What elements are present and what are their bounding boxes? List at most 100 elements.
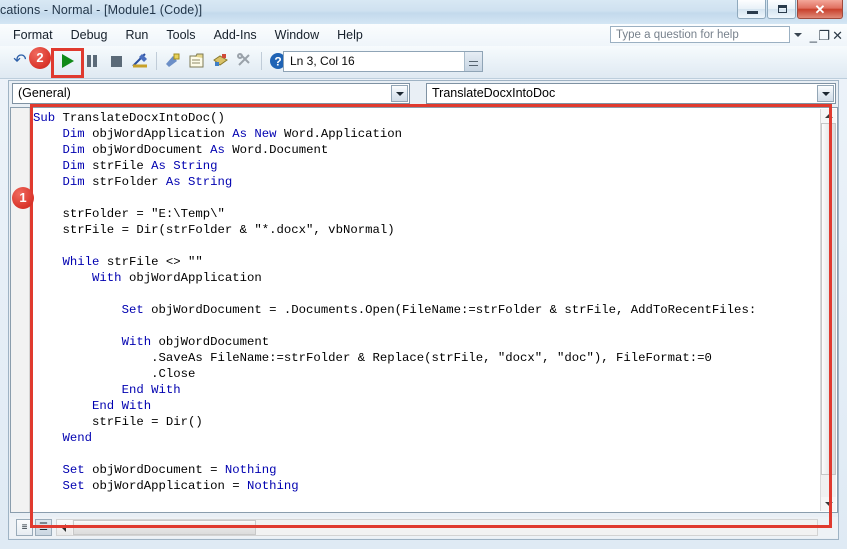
procedure-view-button[interactable]: ≡ (16, 519, 33, 536)
properties-window-button[interactable] (185, 49, 209, 73)
design-mode-icon (132, 53, 147, 68)
code-keyword: Dim (62, 143, 93, 157)
chevron-down-icon[interactable] (391, 85, 408, 102)
code-token: objWordApplication (128, 271, 262, 285)
maximize-button[interactable] (767, 0, 796, 19)
menu-label: Run (125, 28, 149, 42)
undo-button[interactable]: ↶ (8, 49, 32, 73)
code-line: End Sub (33, 510, 756, 512)
menu-item-debug[interactable]: Debug (62, 26, 117, 44)
menu-item-help[interactable]: Help (328, 26, 372, 44)
menu-label: Debug (70, 28, 108, 42)
menu-label: Window (274, 28, 320, 42)
code-keyword: With (92, 271, 129, 285)
code-token: objWordApplication = (92, 479, 248, 493)
menu-label: Format (13, 28, 53, 42)
undo-icon: ↶ (13, 52, 27, 69)
maximize-icon (778, 5, 787, 13)
code-token: strFile (92, 159, 152, 173)
scroll-up-button[interactable] (821, 109, 836, 123)
code-token: objWordDocument = .Documents.Open(FileNa… (151, 303, 757, 317)
vertical-scroll-thumb[interactable] (821, 123, 836, 475)
code-token: strFolder (92, 175, 166, 189)
toolbox-button[interactable] (233, 49, 257, 73)
code-horizontal-scrollbar[interactable] (56, 519, 818, 536)
code-line: While strFile <> "" (33, 254, 756, 270)
code-token: strFile = Dir(strFolder & "*.docx", vbNo… (62, 223, 395, 237)
pause-icon (87, 55, 97, 67)
project-explorer-icon (166, 53, 180, 67)
code-keyword: As New (232, 127, 284, 141)
stop-icon (110, 55, 122, 67)
code-line: Set objWordDocument = Nothing (33, 462, 756, 478)
code-keyword: Wend (62, 431, 93, 445)
chevron-down-icon[interactable] (794, 33, 802, 37)
code-line: .SaveAs FileName:=strFolder & Replace(st… (33, 350, 756, 366)
code-keyword: End With (92, 399, 152, 413)
close-button[interactable]: ✕ (797, 0, 843, 19)
object-browser-button[interactable] (209, 49, 233, 73)
toolbar-overflow-button[interactable] (464, 52, 482, 71)
code-keyword: Set (62, 463, 93, 477)
code-line: Set objWordDocument = .Documents.Open(Fi… (33, 302, 757, 318)
module-code-window: (General) TranslateDocxIntoDoc Sub Trans… (8, 80, 839, 540)
cursor-position-value: Ln 3, Col 16 (290, 54, 355, 68)
code-line: Dim objWordDocument As Word.Document (33, 142, 756, 158)
code-token: objWordDocument (158, 335, 270, 349)
menu-label: Help (337, 28, 363, 42)
window-controls: ✕ (736, 0, 843, 19)
code-text[interactable]: Sub TranslateDocxIntoDoc() Dim objWordAp… (33, 110, 757, 512)
code-line: strFile = Dir() (33, 414, 756, 430)
code-keyword: Dim (62, 175, 93, 189)
code-line: strFile = Dir(strFolder & "*.docx", vbNo… (33, 222, 756, 238)
help-search-input[interactable]: Type a question for help (610, 26, 790, 43)
procedure-dropdown[interactable]: TranslateDocxIntoDoc (426, 83, 836, 104)
full-module-view-button[interactable]: ☰ (35, 519, 52, 536)
code-vertical-scrollbar[interactable] (820, 109, 836, 511)
annotation-badge-2: 2 (29, 47, 51, 69)
code-token: objWordDocument = (92, 463, 225, 477)
window-title: cations - Normal - [Module1 (Code)] (0, 3, 203, 17)
design-mode-button[interactable] (128, 49, 152, 73)
minimize-icon (747, 11, 758, 14)
menu-item-window[interactable]: Window (266, 26, 328, 44)
code-margin-indicator-bar (11, 108, 30, 512)
code-keyword: With (121, 335, 159, 349)
toolbar: ↶ ? Ln 3, Col 16 (0, 46, 847, 79)
cursor-position-field[interactable]: Ln 3, Col 16 (283, 51, 483, 72)
project-explorer-button[interactable] (161, 49, 185, 73)
scroll-left-button[interactable] (57, 520, 72, 535)
code-line: Dim strFile As String (33, 158, 756, 174)
code-keyword: As String (165, 175, 233, 189)
menu-label: Tools (166, 28, 196, 42)
break-button[interactable] (80, 49, 104, 73)
object-dropdown[interactable]: (General) (12, 83, 410, 104)
reset-button[interactable] (104, 49, 128, 73)
code-token: .SaveAs FileName:=strFolder & Replace(st… (151, 351, 712, 365)
code-line: Wend (33, 430, 756, 446)
horizontal-scroll-thumb[interactable] (73, 520, 256, 535)
vba-editor-window: cations - Normal - [Module1 (Code)] ✕ Fo… (0, 0, 847, 549)
code-editor[interactable]: Sub TranslateDocxIntoDoc() Dim objWordAp… (10, 107, 838, 513)
annotation-badge-1: 1 (12, 187, 34, 209)
code-token: Word.Application (283, 127, 403, 141)
mdi-minimize-button[interactable]: _ (810, 28, 817, 43)
mdi-restore-button[interactable]: ❐ (818, 28, 830, 44)
menu-item-tools[interactable]: Tools (157, 26, 204, 44)
menu-item-add-ins[interactable]: Add-Ins (205, 26, 266, 44)
menu-item-run[interactable]: Run (116, 26, 157, 44)
code-line: End With (33, 398, 756, 414)
object-dropdown-value: (General) (18, 86, 71, 100)
code-line: Dim strFolder As String (33, 174, 756, 190)
chevron-down-icon[interactable] (817, 85, 834, 102)
menu-item-format[interactable]: Format (4, 26, 62, 44)
properties-window-icon (189, 53, 204, 68)
run-button[interactable] (56, 49, 80, 73)
mdi-close-button[interactable]: ✕ (832, 28, 843, 44)
scroll-down-button[interactable] (821, 497, 836, 511)
menu-item-list: Format Debug Run Tools Add-Ins Window He… (4, 26, 372, 44)
code-keyword: Sub (33, 111, 63, 125)
minimize-button[interactable] (737, 0, 766, 19)
